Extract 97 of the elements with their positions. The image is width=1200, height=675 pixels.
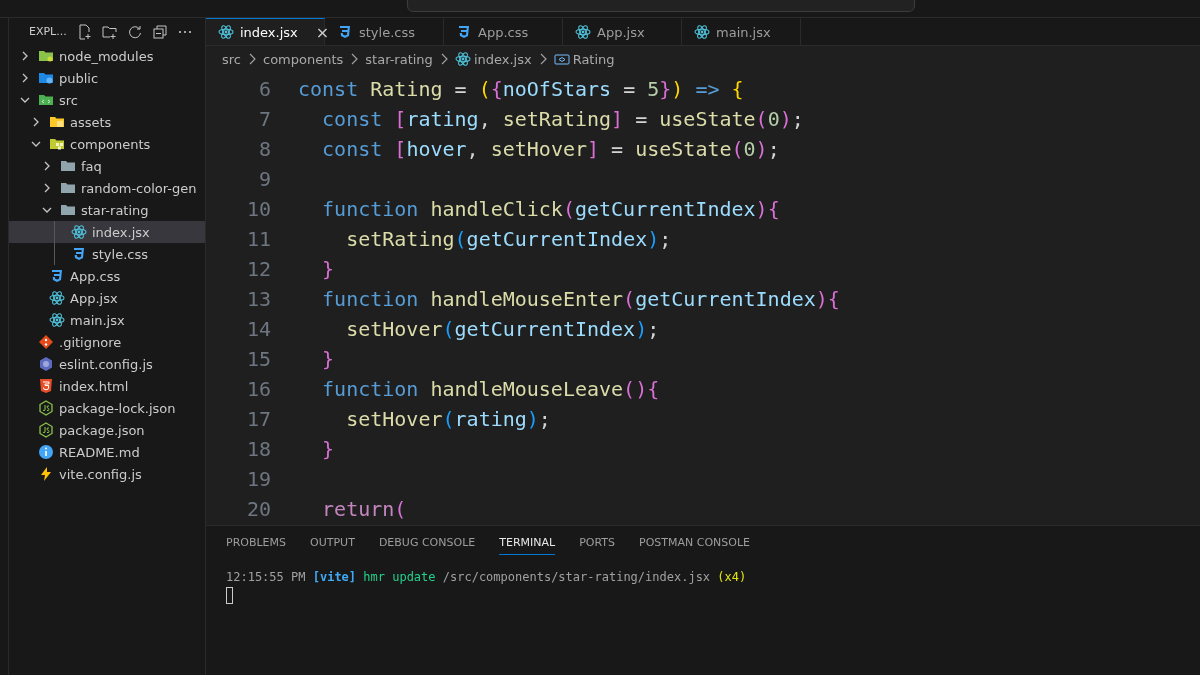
- code-line: const [rating, setRating] = useState(0);: [321, 107, 804, 131]
- terminal-output: 12:15:55 PM [vite] hmr update /src/components/star-rating/index.jsx (x4): [226, 570, 747, 584]
- tree-item[interactable]: index.html: [9, 375, 205, 397]
- html-file-icon: [38, 378, 54, 394]
- tree-item[interactable]: components: [9, 133, 205, 155]
- tree-item[interactable]: package-lock.json: [9, 397, 205, 419]
- symbol-icon: [553, 51, 570, 67]
- atom-icon: [218, 24, 234, 40]
- atom-icon: [49, 312, 65, 328]
- panel-tab[interactable]: OUTPUT: [310, 529, 355, 555]
- code-line: setRating(getCurrentIndex);: [345, 227, 672, 251]
- info-icon: [38, 444, 54, 460]
- css-file-icon: [456, 24, 472, 40]
- folder-icon: [38, 48, 54, 64]
- tree-item[interactable]: node_modules: [9, 45, 205, 67]
- code-line: function handleMouseEnter(getCurrentIndex){: [321, 287, 840, 311]
- editor-tab[interactable]: App.jsx: [563, 18, 682, 45]
- tree-item[interactable]: .gitignore: [9, 331, 205, 353]
- atom-icon: [49, 290, 65, 306]
- tree-item[interactable]: README.md: [9, 441, 205, 463]
- panel-tab[interactable]: TERMINAL: [499, 529, 556, 555]
- css-file-icon: [71, 246, 87, 262]
- hexagon-icon: [38, 356, 54, 372]
- new-file-icon[interactable]: [76, 23, 93, 40]
- line-number: 6: [257, 77, 272, 101]
- refresh-icon[interactable]: [126, 23, 143, 40]
- folder-icon: [60, 202, 76, 218]
- line-number: 18: [245, 437, 272, 461]
- breadcrumb-item[interactable]: Rating: [572, 51, 615, 67]
- folder-icon: [60, 158, 76, 174]
- line-number: 10: [245, 197, 272, 221]
- panel-tab[interactable]: POSTMAN CONSOLE: [639, 529, 751, 555]
- line-number: 8: [257, 137, 272, 161]
- folder-icon: [49, 114, 65, 130]
- folder-icon: [60, 180, 76, 196]
- code-line: return(: [321, 497, 407, 521]
- line-number: 19: [245, 467, 272, 491]
- lightning-icon: [38, 466, 54, 482]
- terminal-cursor: [226, 587, 233, 604]
- tree-item[interactable]: App.jsx: [9, 287, 205, 309]
- panel-tab[interactable]: PROBLEMS: [226, 529, 287, 555]
- code-line: function handleClick(getCurrentIndex){: [321, 197, 780, 221]
- code-line: }: [321, 437, 335, 461]
- new-folder-icon[interactable]: [101, 23, 118, 40]
- tree-item[interactable]: eslint.config.js: [9, 353, 205, 375]
- atom-icon: [454, 51, 471, 67]
- line-number: 7: [257, 107, 272, 131]
- tree-item[interactable]: package.json: [9, 419, 205, 441]
- code-line: }: [321, 347, 335, 371]
- diamond-icon: [38, 334, 54, 350]
- tree-item[interactable]: assets: [9, 111, 205, 133]
- code-line: }: [321, 257, 335, 281]
- tree-item[interactable]: style.css: [9, 243, 205, 265]
- code-line: const [hover, setHover] = useState(0);: [321, 137, 780, 161]
- line-number: 16: [245, 377, 272, 401]
- tree-item[interactable]: main.jsx: [9, 309, 205, 331]
- editor-tab[interactable]: App.css: [444, 18, 563, 45]
- hexagon-icon: [38, 400, 54, 416]
- tree-item[interactable]: src: [9, 89, 205, 111]
- panel-tab[interactable]: PORTS: [579, 529, 615, 555]
- line-number: 20: [245, 497, 272, 521]
- code-line: function handleMouseLeave(){: [321, 377, 660, 401]
- tree-item[interactable]: random-color-gen: [9, 177, 205, 199]
- panel-tab[interactable]: DEBUG CONSOLE: [378, 529, 476, 555]
- tree-item[interactable]: index.jsx: [9, 221, 205, 243]
- code-line: const Rating = ({noOfStars = 5}) => {: [298, 77, 744, 101]
- atom-icon: [575, 24, 591, 40]
- code-line: setHover(getCurrentIndex);: [345, 317, 660, 341]
- tree-item[interactable]: App.css: [9, 265, 205, 287]
- css-file-icon: [337, 24, 353, 40]
- css-file-icon: [49, 268, 65, 284]
- hexagon-icon: [38, 422, 54, 438]
- line-number: 15: [245, 347, 272, 371]
- line-number: 17: [245, 407, 272, 431]
- tree-item[interactable]: vite.config.js: [9, 463, 205, 485]
- folder-icon: [38, 92, 54, 108]
- line-number: 9: [257, 167, 272, 191]
- breadcrumb-item[interactable]: index.jsx: [473, 51, 532, 67]
- breadcrumb-item[interactable]: src: [222, 51, 241, 67]
- folder-icon: [38, 70, 54, 86]
- folder-icon: [49, 136, 65, 152]
- line-number: 14: [245, 317, 272, 341]
- tree-item[interactable]: faq: [9, 155, 205, 177]
- tree-item[interactable]: star-rating: [9, 199, 205, 221]
- code-line: setHover(rating);: [345, 407, 551, 431]
- breadcrumb-item[interactable]: components: [263, 51, 344, 67]
- explorer-title: EXPL...: [29, 25, 67, 38]
- line-number: 12: [245, 257, 272, 281]
- tree-item[interactable]: public: [9, 67, 205, 89]
- editor-tab[interactable]: index.jsx ×: [206, 18, 325, 45]
- editor-tab[interactable]: main.jsx: [682, 18, 801, 45]
- breadcrumb-item[interactable]: star-rating: [365, 51, 433, 67]
- line-number: 13: [245, 287, 272, 311]
- line-number: 11: [245, 227, 272, 251]
- atom-icon: [71, 224, 87, 240]
- atom-icon: [694, 24, 710, 40]
- collapse-icon[interactable]: [151, 23, 168, 40]
